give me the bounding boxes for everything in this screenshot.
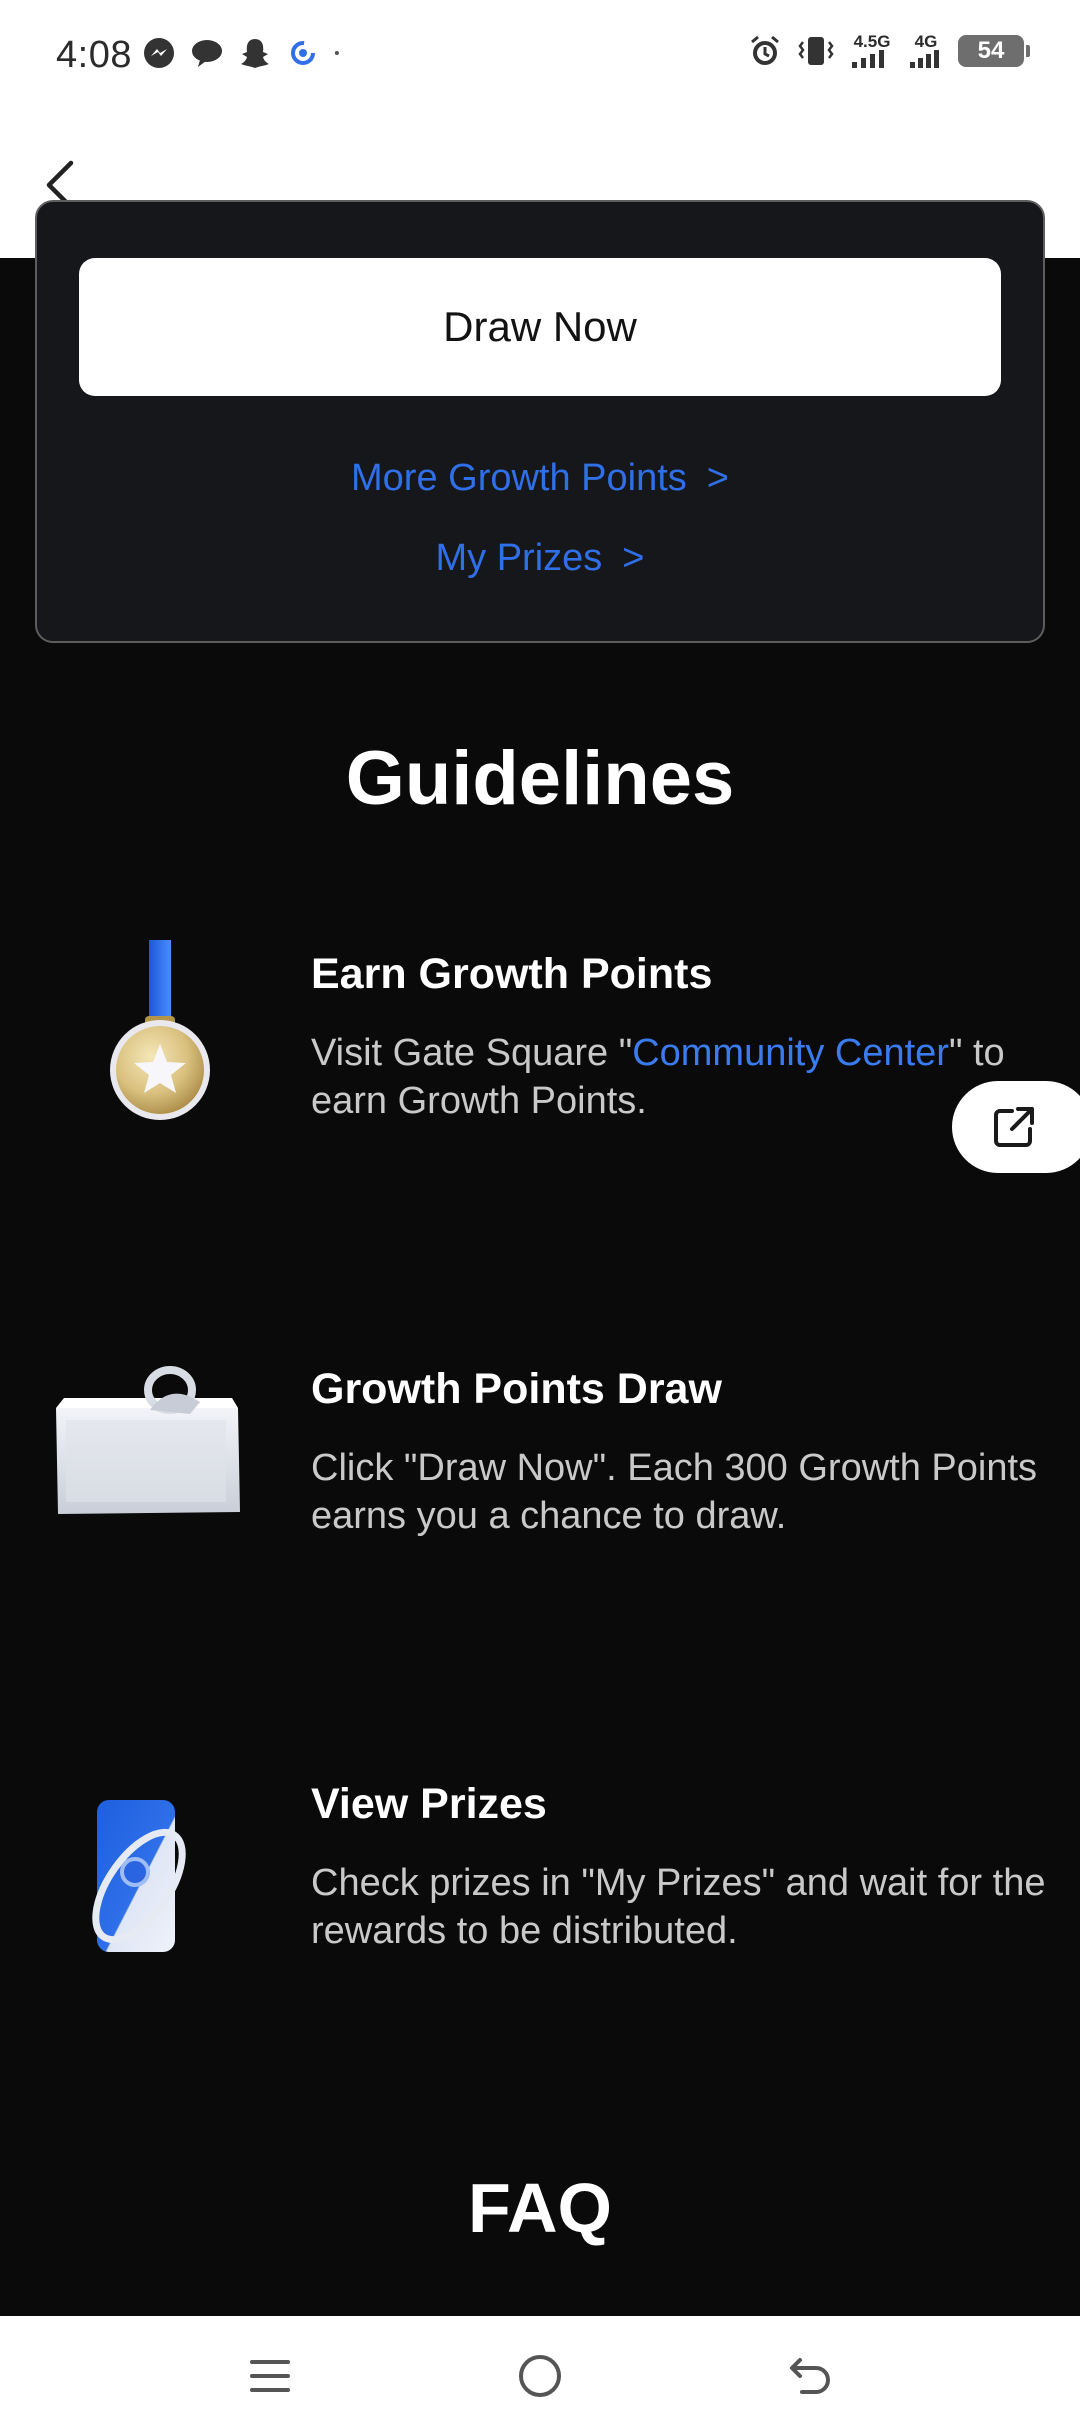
back-arrow-icon — [790, 2358, 830, 2394]
network-label-2: 4G — [914, 32, 938, 51]
guidelines-title: Guidelines — [345, 736, 735, 821]
chevron-right-icon: > — [622, 537, 645, 579]
alarm-icon — [751, 35, 779, 65]
home-button[interactable] — [508, 2344, 572, 2408]
loading-app-icon — [291, 41, 315, 65]
my-prizes-label: My Prizes — [435, 537, 603, 579]
system-status: 4.5G 4G 54 — [748, 32, 1030, 68]
recent-apps-button[interactable] — [238, 2344, 302, 2408]
my-prizes-link[interactable]: My Prizes > — [0, 537, 1080, 580]
signal-icon — [852, 50, 884, 68]
network-label-1: 4.5G — [853, 32, 891, 51]
circle-icon — [519, 2355, 561, 2397]
status-bar: 4:08 4.5G 4G 54 — [0, 0, 1080, 115]
more-growth-points-label: More Growth Points — [351, 457, 687, 499]
snapchat-icon — [241, 39, 269, 68]
vibrate-icon — [798, 37, 834, 65]
network-4-5g: 4.5G — [850, 32, 894, 68]
chat-bubble-icon — [192, 40, 222, 67]
signal-icon — [910, 50, 939, 68]
draw-now-button[interactable]: Draw Now — [79, 258, 1001, 396]
dot-icon — [334, 50, 339, 56]
share-button[interactable] — [952, 1081, 1080, 1173]
phone-orbit-icon — [92, 1800, 186, 1952]
more-growth-points-link[interactable]: More Growth Points > — [0, 457, 1080, 500]
back-nav-button[interactable] — [778, 2344, 842, 2408]
guide-title-draw: Growth Points Draw — [311, 1365, 722, 1413]
gift-box-icon — [56, 1366, 240, 1514]
battery-icon: 54 — [958, 35, 1030, 67]
system-nav-bar — [0, 2316, 1080, 2436]
notification-icons — [142, 36, 348, 70]
menu-icon — [250, 2360, 290, 2392]
messenger-icon — [144, 38, 174, 68]
medal-icon — [110, 940, 210, 1120]
external-link-icon — [994, 1107, 1034, 1147]
community-center-link[interactable]: Community Center — [632, 1032, 949, 1074]
guide-desc-view: Check prizes in "My Prizes" and wait for… — [311, 1862, 1046, 1952]
network-4g: 4G — [908, 32, 944, 68]
guide-title-earn: Earn Growth Points — [311, 950, 713, 998]
guide-desc-earn-text-1: Visit Gate Square " — [311, 1032, 633, 1074]
guide-desc-earn: Visit Gate Square "Community Center" to … — [311, 1029, 1051, 1125]
guide-desc-draw: Click "Draw Now". Each 300 Growth Points… — [311, 1447, 1038, 1537]
chevron-right-icon: > — [706, 457, 729, 499]
status-time: 4:08 — [56, 34, 132, 76]
faq-title: FAQ — [468, 2169, 612, 2247]
guide-title-view: View Prizes — [311, 1780, 547, 1828]
